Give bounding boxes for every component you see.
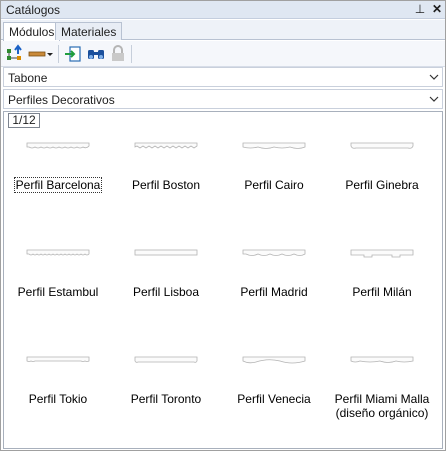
profile-thumbnail xyxy=(26,356,90,362)
item-label: Perfil Lisboa xyxy=(132,285,200,299)
window-title: Catálogos xyxy=(6,3,61,17)
toolbar-separator xyxy=(58,45,59,63)
profile-thumbnail xyxy=(242,249,306,256)
lock-icon[interactable] xyxy=(108,44,128,64)
tree-arrow-icon[interactable] xyxy=(5,44,25,64)
item-label: Perfil Milán xyxy=(352,285,412,299)
catalog-item-barcelona[interactable]: Perfil Barcelona xyxy=(4,141,112,211)
item-label: Perfil Tokio xyxy=(28,392,88,406)
item-label: Perfil Venecia xyxy=(237,392,311,406)
catalog-grid: 1/12 Perfil Barcelona Perfil Boston Perf… xyxy=(3,111,443,449)
profile-thumbnail xyxy=(134,249,198,256)
catalog-window: Catálogos ⊥ ✕ Módulos Materiales Tabone … xyxy=(0,0,446,451)
profile-thumbnail xyxy=(350,356,414,363)
profile-thumbnail xyxy=(350,142,414,149)
profile-thumbnail xyxy=(26,249,90,256)
item-label: Perfil Estambul xyxy=(17,285,99,299)
title-bar: Catálogos ⊥ ✕ xyxy=(1,1,445,19)
ruler-dropdown-icon[interactable] xyxy=(28,44,54,64)
catalog-item-lisboa[interactable]: Perfil Lisboa xyxy=(112,248,220,318)
catalog-item-ginebra[interactable]: Perfil Ginebra xyxy=(328,141,436,211)
binoculars-icon[interactable] xyxy=(86,44,106,64)
tab-modulos[interactable]: Módulos xyxy=(3,22,61,41)
item-label: Perfil Madrid xyxy=(240,285,308,299)
tab-materiales[interactable]: Materiales xyxy=(55,22,123,40)
tab-strip: Módulos Materiales xyxy=(1,20,445,41)
item-label: Perfil Toronto xyxy=(130,392,202,406)
chevron-down-icon xyxy=(429,74,439,80)
catalog-item-milan[interactable]: Perfil Milán xyxy=(328,248,436,318)
item-label: Perfil Boston xyxy=(131,178,201,192)
catalog-item-madrid[interactable]: Perfil Madrid xyxy=(220,248,328,318)
profile-thumbnail xyxy=(134,356,198,363)
insert-icon[interactable] xyxy=(63,44,83,64)
catalog-item-venecia[interactable]: Perfil Venecia xyxy=(220,355,328,425)
profile-thumbnail xyxy=(26,142,90,149)
profile-thumbnail xyxy=(242,142,306,149)
profile-thumbnail xyxy=(242,356,306,364)
catalog-item-boston[interactable]: Perfil Boston xyxy=(112,141,220,211)
item-label: Perfil Cairo xyxy=(244,178,304,192)
page-indicator[interactable]: 1/12 xyxy=(8,113,40,128)
item-label: Perfil Barcelona xyxy=(13,177,103,193)
profile-thumbnail xyxy=(350,249,414,258)
catalog-item-cairo[interactable]: Perfil Cairo xyxy=(220,141,328,211)
close-icon[interactable]: ✕ xyxy=(430,2,444,16)
catalog-select[interactable]: Tabone xyxy=(3,67,443,87)
category-select-value: Perfiles Decorativos xyxy=(8,93,115,107)
catalog-item-toronto[interactable]: Perfil Toronto xyxy=(112,355,220,425)
catalog-item-miami-malla[interactable]: Perfil Miami Malla (diseño orgánico) xyxy=(328,355,436,425)
category-select[interactable]: Perfiles Decorativos xyxy=(3,89,443,109)
item-label: Perfil Ginebra xyxy=(345,178,419,192)
catalog-select-value: Tabone xyxy=(8,71,48,85)
pin-icon[interactable]: ⊥ xyxy=(413,2,427,16)
toolbar xyxy=(1,41,445,67)
catalog-item-tokio[interactable]: Perfil Tokio xyxy=(4,355,112,425)
chevron-down-icon xyxy=(429,96,439,102)
catalog-item-estambul[interactable]: Perfil Estambul xyxy=(4,248,112,318)
toolbar-separator xyxy=(131,45,132,63)
profile-thumbnail xyxy=(134,142,198,149)
item-label: Perfil Miami Malla (diseño orgánico) xyxy=(334,392,430,420)
